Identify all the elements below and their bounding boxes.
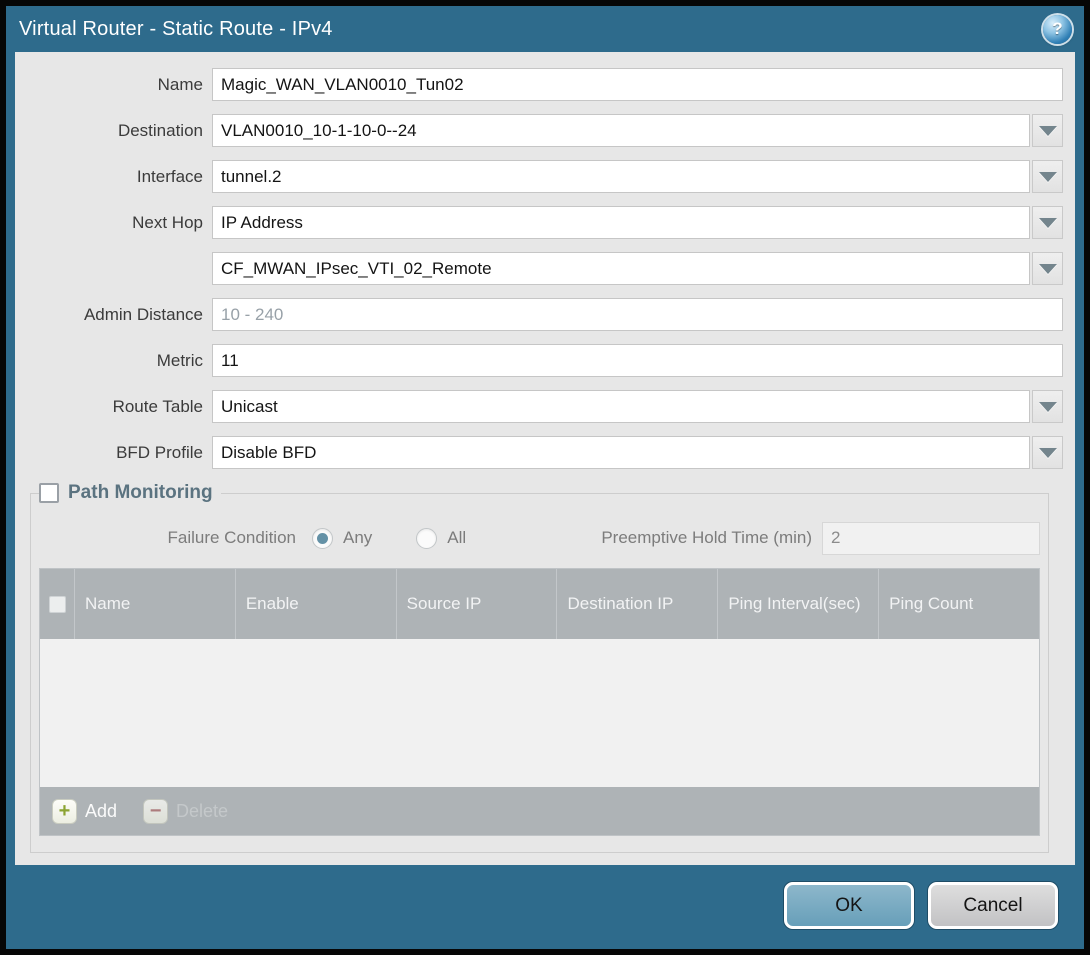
column-header-enable[interactable]: Enable bbox=[235, 569, 396, 639]
route-table-dropdown-button[interactable] bbox=[1032, 390, 1063, 423]
path-monitoring-table: Name Enable Source IP Destination IP Pin… bbox=[39, 568, 1040, 836]
interface-row: Interface bbox=[15, 160, 1063, 193]
column-header-source-ip[interactable]: Source IP bbox=[396, 569, 557, 639]
chevron-down-icon bbox=[1039, 448, 1057, 458]
dialog-window: Virtual Router - Static Route - IPv4 ? N… bbox=[6, 6, 1084, 949]
delete-button: − Delete bbox=[143, 799, 228, 824]
failure-condition-label: Failure Condition bbox=[39, 528, 296, 548]
admin-distance-row: Admin Distance bbox=[15, 298, 1063, 331]
add-button[interactable]: + Add bbox=[52, 799, 117, 824]
bfd-profile-input[interactable] bbox=[212, 436, 1030, 469]
next-hop-type-dropdown-button[interactable] bbox=[1032, 206, 1063, 239]
path-monitoring-legend: Path Monitoring bbox=[39, 482, 221, 504]
next-hop-row: Next Hop bbox=[15, 206, 1063, 239]
column-header-name[interactable]: Name bbox=[74, 569, 235, 639]
route-table-row: Route Table bbox=[15, 390, 1063, 423]
column-header-ping-interval[interactable]: Ping Interval(sec) bbox=[717, 569, 878, 639]
add-button-label: Add bbox=[85, 801, 117, 822]
interface-dropdown-button[interactable] bbox=[1032, 160, 1063, 193]
preemptive-hold-time-label: Preemptive Hold Time (min) bbox=[601, 528, 812, 548]
chevron-down-icon bbox=[1039, 264, 1057, 274]
next-hop-address-row bbox=[15, 252, 1063, 285]
cancel-button[interactable]: Cancel bbox=[928, 882, 1058, 929]
admin-distance-input[interactable] bbox=[212, 298, 1063, 331]
chevron-down-icon bbox=[1039, 172, 1057, 182]
chevron-down-icon bbox=[1039, 126, 1057, 136]
metric-label: Metric bbox=[15, 351, 203, 371]
name-input[interactable] bbox=[212, 68, 1063, 101]
column-header-ping-count[interactable]: Ping Count bbox=[878, 569, 1039, 639]
table-footer-bar: + Add − Delete bbox=[40, 787, 1039, 835]
table-body-empty bbox=[40, 639, 1039, 787]
preemptive-hold-time-group: Preemptive Hold Time (min) bbox=[601, 522, 1040, 555]
path-monitoring-group: Path Monitoring Failure Condition Any Al… bbox=[30, 482, 1049, 853]
failure-condition-all-label: All bbox=[447, 528, 466, 548]
select-all-checkbox[interactable] bbox=[49, 596, 66, 613]
ok-button[interactable]: OK bbox=[784, 882, 914, 929]
next-hop-address-dropdown-button[interactable] bbox=[1032, 252, 1063, 285]
destination-label: Destination bbox=[15, 121, 203, 141]
plus-icon: + bbox=[52, 799, 77, 824]
preemptive-hold-time-input[interactable] bbox=[822, 522, 1040, 555]
bfd-profile-dropdown-button[interactable] bbox=[1032, 436, 1063, 469]
chevron-down-icon bbox=[1039, 218, 1057, 228]
route-table-input[interactable] bbox=[212, 390, 1030, 423]
destination-dropdown-button[interactable] bbox=[1032, 114, 1063, 147]
question-mark-icon: ? bbox=[1052, 19, 1062, 39]
dialog-footer: OK Cancel bbox=[6, 865, 1084, 949]
column-header-destination-ip[interactable]: Destination IP bbox=[556, 569, 717, 639]
next-hop-label: Next Hop bbox=[15, 213, 203, 233]
admin-distance-label: Admin Distance bbox=[15, 305, 203, 325]
bfd-profile-label: BFD Profile bbox=[15, 443, 203, 463]
table-header-row: Name Enable Source IP Destination IP Pin… bbox=[40, 569, 1039, 639]
path-monitoring-checkbox[interactable] bbox=[39, 483, 59, 503]
interface-label: Interface bbox=[15, 167, 203, 187]
select-all-cell bbox=[40, 569, 74, 639]
destination-row: Destination bbox=[15, 114, 1063, 147]
bfd-profile-row: BFD Profile bbox=[15, 436, 1063, 469]
metric-input[interactable] bbox=[212, 344, 1063, 377]
help-button[interactable]: ? bbox=[1043, 15, 1072, 44]
chevron-down-icon bbox=[1039, 402, 1057, 412]
dialog-title: Virtual Router - Static Route - IPv4 bbox=[19, 18, 333, 41]
destination-input[interactable] bbox=[212, 114, 1030, 147]
title-bar: Virtual Router - Static Route - IPv4 ? bbox=[6, 6, 1084, 52]
interface-input[interactable] bbox=[212, 160, 1030, 193]
metric-row: Metric bbox=[15, 344, 1063, 377]
delete-button-label: Delete bbox=[176, 801, 228, 822]
dialog-body: Name Destination Interface bbox=[15, 52, 1075, 865]
name-label: Name bbox=[15, 75, 203, 95]
next-hop-type-input[interactable] bbox=[212, 206, 1030, 239]
failure-condition-all-radio[interactable] bbox=[416, 528, 437, 549]
name-row: Name bbox=[15, 68, 1063, 101]
path-monitoring-title: Path Monitoring bbox=[68, 482, 213, 504]
route-table-label: Route Table bbox=[15, 397, 203, 417]
failure-condition-any-label: Any bbox=[343, 528, 372, 548]
next-hop-address-input[interactable] bbox=[212, 252, 1030, 285]
minus-icon: − bbox=[143, 799, 168, 824]
failure-condition-row: Failure Condition Any All Preemptive Hol… bbox=[39, 520, 1040, 556]
failure-condition-any-radio[interactable] bbox=[312, 528, 333, 549]
